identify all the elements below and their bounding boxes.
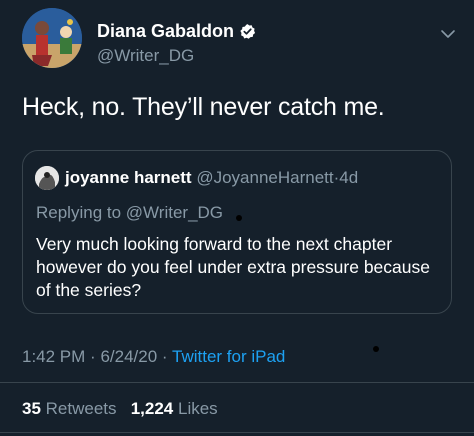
- tweet-time: 1:42 PM: [22, 347, 86, 366]
- tweet-stats: 35 Retweets 1,224 Likes: [22, 399, 218, 419]
- meta-separator-2: ·: [161, 347, 168, 366]
- author-display-name[interactable]: Diana Gabaldon: [97, 21, 234, 42]
- chevron-down-icon[interactable]: [440, 26, 456, 42]
- quoted-header: joyanne harnett @JoyanneHarnett·4d: [65, 168, 358, 188]
- screen-speck: [236, 215, 242, 221]
- likes-label[interactable]: Likes: [178, 399, 218, 418]
- replying-prefix: Replying to: [36, 203, 122, 222]
- tweet-source-link[interactable]: Twitter for iPad: [172, 347, 285, 366]
- divider: [0, 432, 474, 433]
- quoted-avatar-image: [35, 166, 59, 190]
- quoted-author-avatar: [35, 166, 59, 190]
- tweet-header: Diana Gabaldon @Writer_DG: [22, 8, 462, 74]
- tweet-date: 6/24/20: [100, 347, 158, 366]
- avatar-image: [22, 8, 82, 68]
- author-avatar[interactable]: [22, 8, 82, 68]
- retweets-label[interactable]: Retweets: [46, 399, 117, 418]
- author-handle[interactable]: @Writer_DG: [97, 46, 194, 66]
- quoted-display-name[interactable]: joyanne harnett: [65, 168, 192, 187]
- verified-badge-icon: [240, 24, 256, 39]
- quoted-handle[interactable]: @JoyanneHarnett: [196, 168, 333, 187]
- divider: [0, 382, 474, 383]
- quoted-replying-to: Replying to @Writer_DG: [36, 203, 223, 223]
- tweet-text: Heck, no. They’ll never catch me.: [22, 93, 385, 121]
- quoted-tweet-text: Very much looking forward to the next ch…: [36, 234, 430, 300]
- retweets-count[interactable]: 35: [22, 399, 41, 418]
- quoted-time: 4d: [339, 168, 359, 187]
- replying-mention[interactable]: @Writer_DG: [126, 203, 223, 222]
- screen-speck: [373, 346, 379, 352]
- tweet-meta: 1:42 PM · 6/24/20 · Twitter for iPad: [22, 347, 285, 367]
- meta-separator-1: ·: [90, 347, 96, 366]
- likes-count[interactable]: 1,224: [131, 399, 174, 418]
- quoted-tweet[interactable]: joyanne harnett @JoyanneHarnett·4d Reply…: [22, 150, 452, 314]
